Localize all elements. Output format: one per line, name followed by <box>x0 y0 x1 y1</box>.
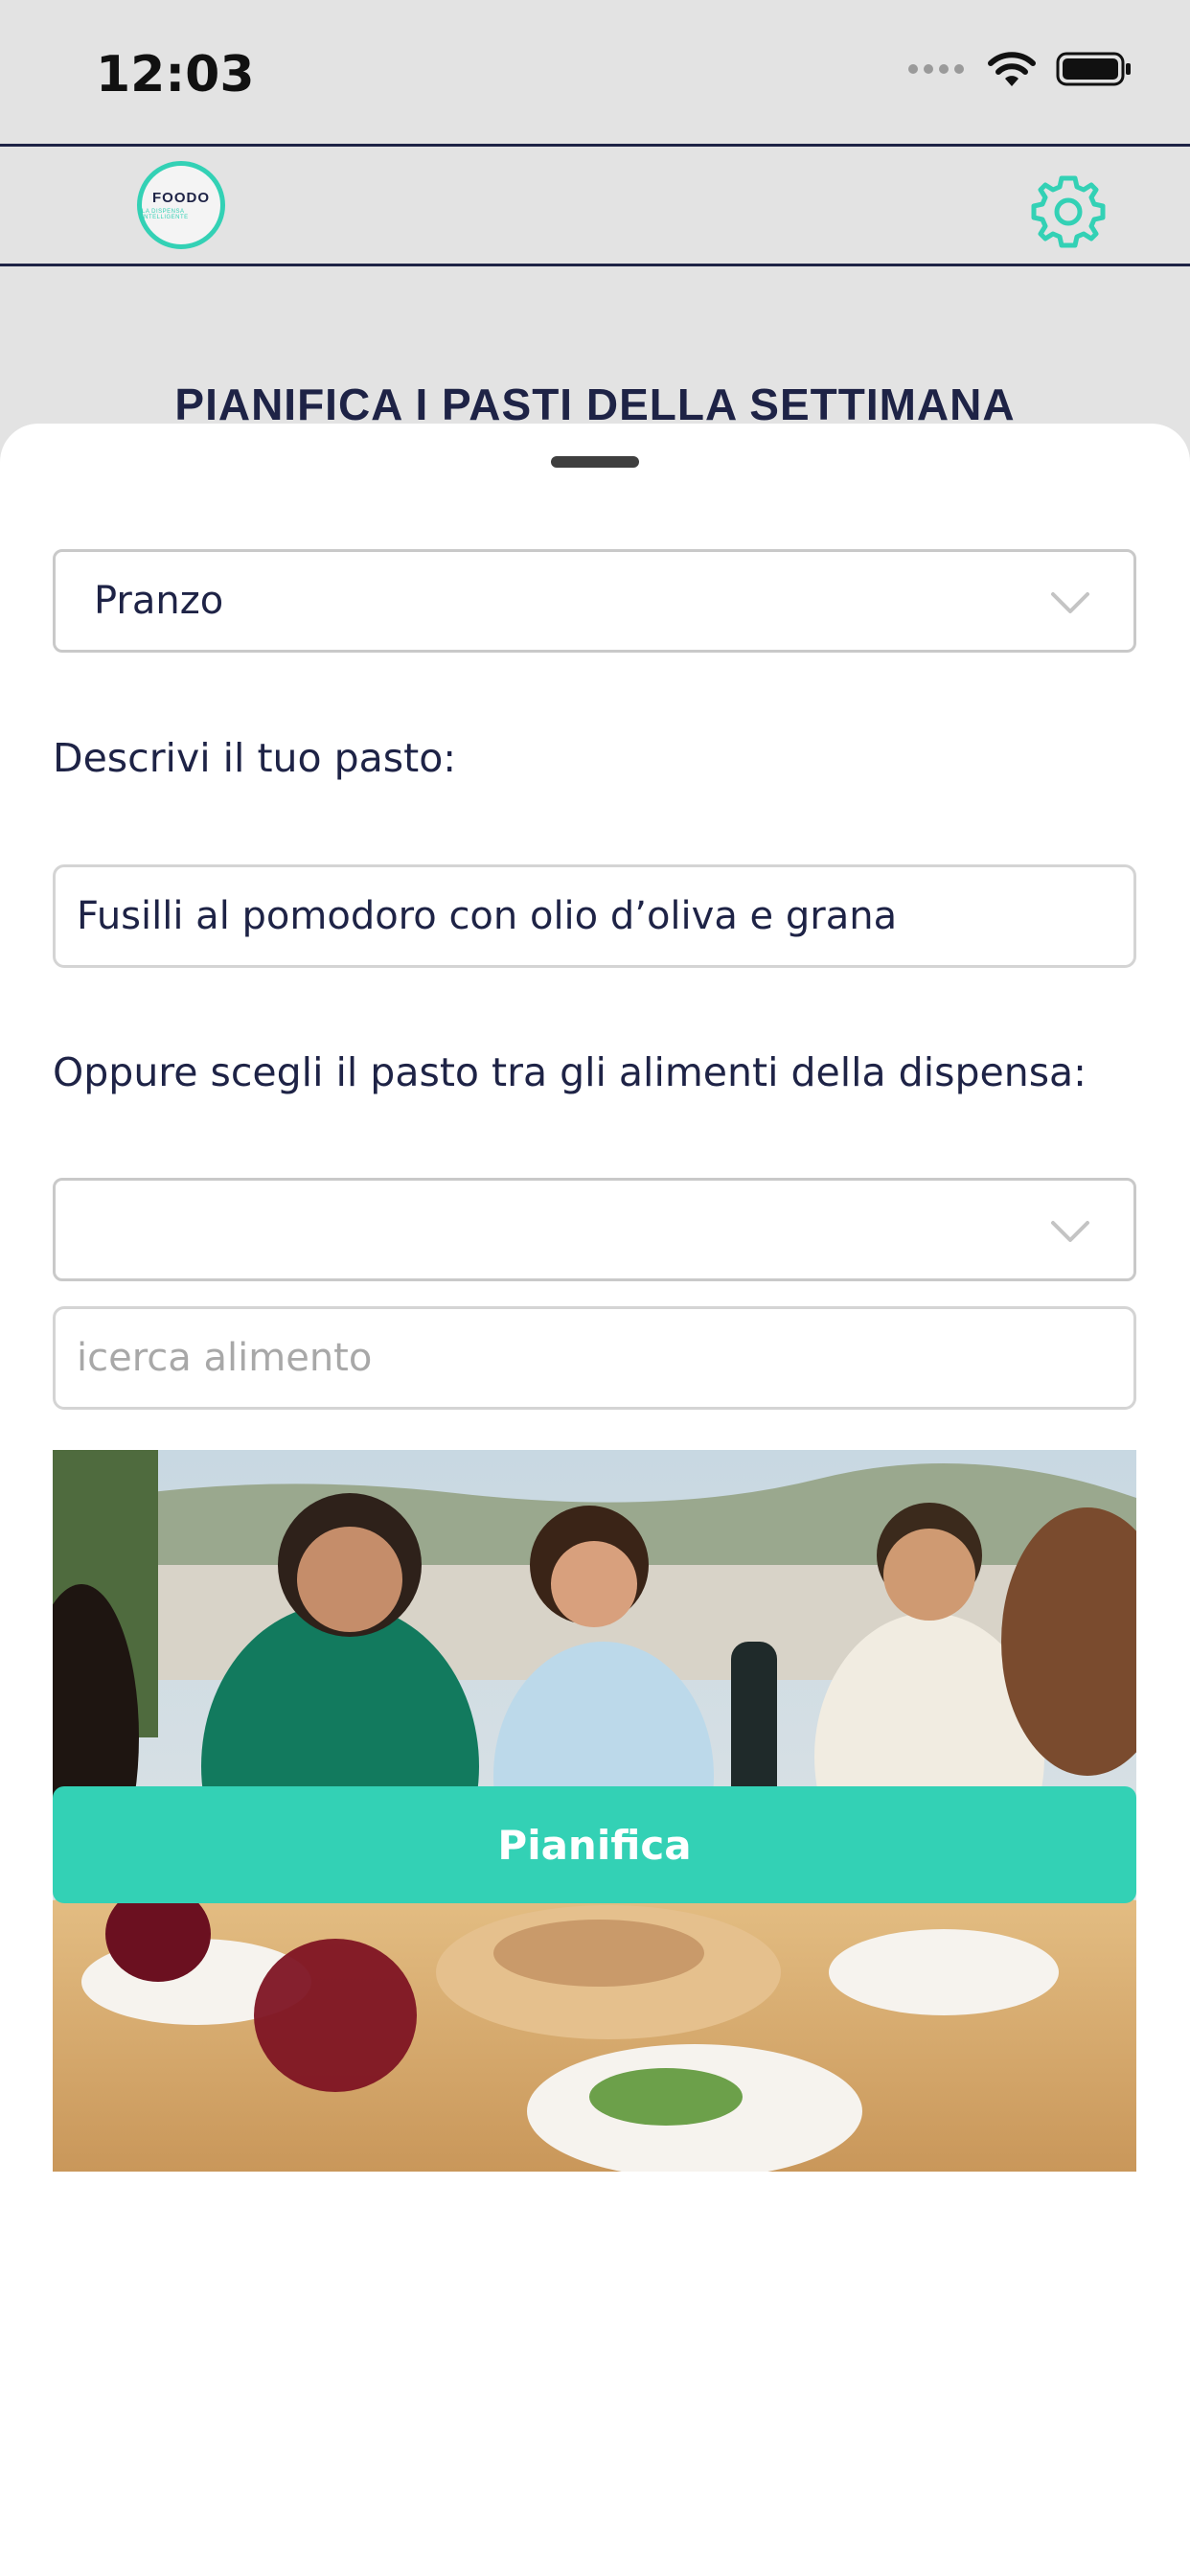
app-header: FOODO LA DISPENSA INTELLIGENTE <box>0 144 1190 266</box>
battery-icon <box>1056 52 1131 86</box>
chevron-down-icon <box>1051 592 1089 613</box>
sheet-drag-handle[interactable] <box>551 456 639 468</box>
meal-type-value: Pranzo <box>94 579 224 623</box>
describe-meal-label: Descrivi il tuo pasto: <box>53 735 457 781</box>
logo-text: FOODO <box>152 190 210 206</box>
logo-tagline: LA DISPENSA INTELLIGENTE <box>142 209 189 220</box>
page-title: PIANIFICA I PASTI DELLA SETTIMANA <box>174 380 1016 429</box>
foodo-logo[interactable]: FOODO LA DISPENSA INTELLIGENTE <box>137 161 225 249</box>
cellular-signal-icon <box>908 64 964 74</box>
bottom-sheet: Pranzo Descrivi il tuo pasto: Oppure sce… <box>0 424 1190 2576</box>
gear-icon[interactable] <box>1027 171 1110 253</box>
meal-description-input[interactable] <box>53 864 1136 968</box>
status-time: 12:03 <box>96 46 255 104</box>
pantry-choice-label: Oppure scegli il pasto tra gli alimenti … <box>53 1049 1087 1095</box>
status-icons <box>908 50 1133 88</box>
pantry-item-select[interactable] <box>53 1178 1136 1281</box>
meal-type-select[interactable]: Pranzo <box>53 549 1136 653</box>
status-bar: 12:03 <box>0 0 1190 144</box>
search-food-input[interactable] <box>53 1306 1136 1410</box>
plan-button[interactable]: Pianifica <box>53 1786 1136 1903</box>
chevron-down-icon <box>1051 1221 1089 1242</box>
wifi-icon <box>988 52 1036 86</box>
